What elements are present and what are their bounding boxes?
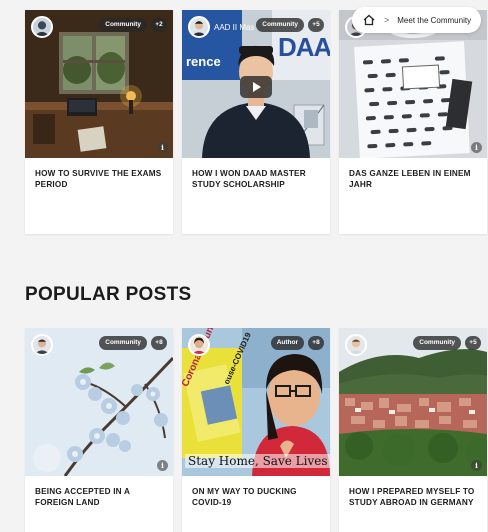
post-thumbnail[interactable]: Community +5 i [339, 328, 487, 476]
overlay-text: AAD II Mas [214, 23, 255, 32]
category-badge: Community [256, 18, 304, 32]
count-badge: +8 [308, 336, 324, 350]
avatar[interactable] [31, 16, 53, 38]
post-title[interactable]: HOW I PREPARED MYSELF TO STUDY ABROAD IN… [339, 476, 487, 532]
home-icon[interactable] [362, 13, 376, 27]
post-thumbnail[interactable]: Community +8 i [25, 328, 173, 476]
avatar[interactable] [188, 16, 210, 38]
post-thumbnail[interactable]: Corona Voluntee ouse-COVID19 Stay Home, … [182, 328, 330, 476]
avatar[interactable] [345, 334, 367, 356]
post-card[interactable]: Corona Voluntee ouse-COVID19 Stay Home, … [182, 328, 330, 532]
post-title[interactable]: ON MY WAY TO DUCKING COVID-19 [182, 476, 330, 532]
section-title: POPULAR POSTS [25, 284, 192, 305]
count-badge: +2 [151, 18, 167, 32]
play-icon[interactable] [240, 76, 272, 98]
avatar[interactable] [188, 334, 210, 356]
post-card[interactable]: Community +2 i HOW TO SURVIVE THE EXAMS … [25, 10, 173, 234]
post-title[interactable]: HOW I WON DAAD MASTER STUDY SCHOLARSHIP [182, 158, 330, 234]
photo-caption: Stay Home, Save Lives [185, 454, 330, 468]
breadcrumb-separator: > [384, 15, 390, 25]
count-badge: +5 [465, 336, 481, 350]
breadcrumb-current[interactable]: Meet the Community [397, 16, 471, 25]
post-card[interactable]: i DAS GANZE LEBEN IN EINEM JAHR [339, 10, 487, 234]
category-badge: Community [413, 336, 461, 350]
category-badge: Author [270, 336, 304, 350]
daad-logo-overlay: DAAD [278, 32, 330, 62]
category-badge: Community [99, 18, 147, 32]
info-icon[interactable]: i [471, 460, 482, 471]
post-title[interactable]: HOW TO SURVIVE THE EXAMS PERIOD [25, 158, 173, 234]
overlay-text-blue: rence [186, 54, 221, 69]
post-card[interactable]: DAAD AAD II Mas rence Community +5 HOW I… [182, 10, 330, 234]
info-icon[interactable]: i [471, 142, 482, 153]
count-badge: +8 [151, 336, 167, 350]
community-page: > Meet the Community Community +2 i HOW … [0, 0, 488, 532]
count-badge: +5 [308, 18, 324, 32]
info-icon[interactable]: i [157, 142, 168, 153]
info-icon[interactable]: i [157, 460, 168, 471]
post-title[interactable]: DAS GANZE LEBEN IN EINEM JAHR [339, 158, 487, 234]
post-thumbnail[interactable]: DAAD AAD II Mas rence Community +5 [182, 10, 330, 158]
post-thumbnail[interactable]: Community +2 i [25, 10, 173, 158]
post-card[interactable]: Community +8 i BEING ACCEPTED IN A FOREI… [25, 328, 173, 532]
post-title[interactable]: BEING ACCEPTED IN A FOREIGN LAND [25, 476, 173, 532]
breadcrumb: > Meet the Community [352, 7, 482, 33]
post-card[interactable]: Community +5 i HOW I PREPARED MYSELF TO … [339, 328, 487, 532]
avatar[interactable] [31, 334, 53, 356]
category-badge: Community [99, 336, 147, 350]
